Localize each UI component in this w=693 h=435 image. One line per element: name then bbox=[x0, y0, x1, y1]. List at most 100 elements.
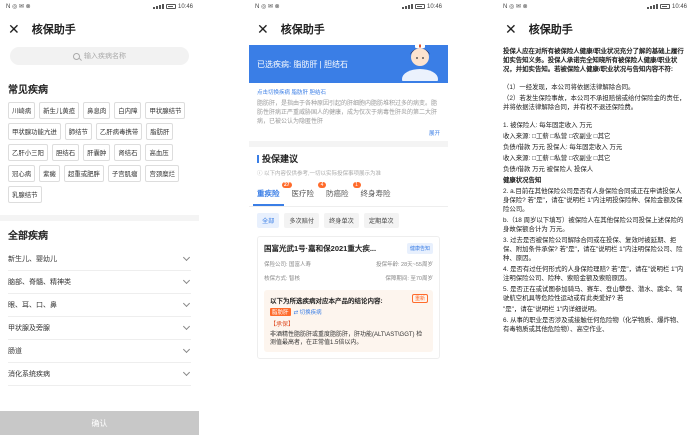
product-filters: 全部 多次赔付 终身单次 定期单次 bbox=[249, 207, 448, 234]
disease-tag[interactable]: 乙肝小三阳 bbox=[8, 144, 48, 161]
filter-chip[interactable]: 定期单次 bbox=[363, 213, 399, 228]
product-type-tabs: 重疾险 27 医疗险 4 防癌险 1 终身寿险 bbox=[249, 182, 448, 207]
notice-paragraph: b.（18 周岁以下填写）被保险人在其他保险公司投保上述保险的身故保额合计为 万… bbox=[503, 217, 684, 233]
switch-disease-text: 切换疾病 bbox=[299, 310, 322, 316]
common-diseases-title: 常见疾病 bbox=[8, 85, 48, 96]
disease-tag[interactable]: 肝囊肿 bbox=[83, 144, 111, 161]
advice-note: ⓘ 以下内容仅供参考,一切以实际投保事项展示为准 bbox=[257, 171, 382, 177]
battery-icon bbox=[414, 4, 425, 9]
tab-product-type[interactable]: 防癌险 1 bbox=[322, 182, 361, 206]
status-icons: N ◎ ✉ ⊗ bbox=[6, 4, 31, 10]
tab-product-type[interactable]: 终身寿险 bbox=[357, 182, 395, 206]
chevron-down-icon bbox=[182, 276, 191, 285]
conclusion-box: 重新 以下为所选疾病对应本产品的结论内容: 脂肪肝 ⇄ 切换疾病 【承保】 非酒… bbox=[264, 290, 433, 352]
filter-chip[interactable]: 终身单次 bbox=[324, 213, 359, 228]
notice-paragraph: 1. 被保险人: 每年固定收入 万元 bbox=[503, 122, 593, 129]
all-diseases-title: 全部疾病 bbox=[8, 231, 48, 242]
search-input[interactable]: 输入疾病名称 bbox=[10, 47, 189, 65]
page-title: 核保助手 bbox=[280, 24, 325, 36]
disease-tag[interactable]: 紫癜 bbox=[39, 165, 60, 182]
disease-tag[interactable]: 子宫肌瘤 bbox=[107, 165, 142, 182]
switch-disease-row[interactable]: 点击切换疾病 脂肪肝 胆结石 bbox=[249, 83, 448, 98]
status-time: 10:46 bbox=[177, 3, 193, 10]
notice-paragraph: 负债/借款 万元 被保险人 投保人 bbox=[503, 166, 594, 173]
close-icon[interactable]: ✕ bbox=[8, 22, 20, 36]
disease-tag[interactable]: 甲状腺结节 bbox=[145, 102, 186, 119]
notice-paragraph: 5. 是否正在或试图参加骑马、赛车、登山攀登、潜水、跳伞、驾驶航空机具等危险性运… bbox=[503, 286, 683, 302]
disease-category-label: 脑部、脊髓、精神类 bbox=[8, 279, 71, 286]
nav-bar: ✕ 核保助手 bbox=[497, 13, 693, 45]
advice-note-text: 以下内容仅供参考,一切以实际投保事项展示为准 bbox=[264, 171, 382, 177]
notice-paragraph: 收入来源: □工薪 □私营 □农副业 □其它 bbox=[503, 133, 611, 140]
notice-paragraph: 6. 从事的职业是否涉及或接触任何危险物（化学物质、爆炸物、有毒物质或其他危险物… bbox=[503, 317, 683, 333]
disease-category-row[interactable]: 消化系统疾病 bbox=[8, 363, 191, 386]
chevron-down-icon bbox=[182, 322, 191, 331]
selected-diseases: 已选疾病: 脂肪肝 | 胆结石 bbox=[257, 59, 348, 69]
close-icon[interactable]: ✕ bbox=[257, 22, 269, 36]
disease-tag[interactable]: 甲状腺功能亢进 bbox=[8, 123, 61, 140]
disease-category-row[interactable]: 甲状腺及旁腺 bbox=[8, 317, 191, 340]
disease-tag[interactable]: 乳腺结节 bbox=[8, 186, 42, 203]
notice-paragraph: 收入来源: □工薪 □私营 □农副业 □其它 bbox=[503, 155, 611, 162]
filter-chip[interactable]: 全部 bbox=[257, 213, 280, 228]
nav-bar: ✕ 核保助手 bbox=[0, 13, 199, 45]
disease-tag[interactable]: 肾结石 bbox=[114, 144, 142, 161]
conclusion-text: 非酒精性脂肪肝或重度脂肪肝，肝功能(ALT\AST\GGT) 检测值最高者，在正… bbox=[270, 332, 423, 346]
tab-label: 医疗险 bbox=[291, 189, 315, 198]
disease-category-row[interactable]: 眼、耳、口、鼻 bbox=[8, 294, 191, 317]
disease-tag[interactable]: 乙肝病毒携带 bbox=[95, 123, 143, 140]
health-notice-document: 投保人应在对所有被保险人健康/职业状况充分了解的基础上履行如实告知义务。投保人承… bbox=[497, 45, 693, 338]
battery-icon bbox=[659, 4, 670, 9]
page-title: 核保助手 bbox=[31, 24, 76, 36]
page-title: 核保助手 bbox=[528, 24, 573, 36]
status-time: 10:46 bbox=[426, 3, 442, 10]
disease-category-row[interactable]: 新生儿、婴幼儿 bbox=[8, 248, 191, 271]
underwriting-method: 核保方式: 智核 bbox=[264, 276, 301, 282]
disease-tag[interactable]: 新生儿黄疸 bbox=[39, 102, 80, 119]
disease-tag[interactable]: 宫颈糜烂 bbox=[145, 165, 180, 182]
tab-product-type[interactable]: 医疗险 4 bbox=[288, 182, 326, 206]
status-bar: N ◎ ✉ ⊗ 10:46 bbox=[0, 0, 199, 13]
notice-paragraph bbox=[503, 76, 687, 81]
signal-icon bbox=[401, 4, 413, 9]
disease-category-row[interactable]: 脑部、脊髓、精神类 bbox=[8, 271, 191, 294]
phone-advice: N ◎ ✉ ⊗ 10:46 ✕ 核保助手 已选疾病: 脂肪肝 | 胆结石 点击切… bbox=[249, 0, 448, 435]
confirm-button[interactable]: 确认 bbox=[0, 411, 199, 435]
disease-tag[interactable]: 胆结石 bbox=[51, 144, 80, 161]
notice-paragraph: （2）若发生保险事故，本公司不承担赔偿或给付保险金的责任，并将依据法律解除合同，… bbox=[503, 95, 686, 111]
disease-tag[interactable]: 冠心病 bbox=[8, 165, 36, 182]
disease-tag[interactable]: 肺结节 bbox=[64, 123, 92, 140]
common-diseases-tags: 川崎病 新生儿黄疸 鼻息肉 白内障 甲状腺结节甲状腺功能亢进 肺结节 乙肝病毒携带 脂肪肝乙肝… bbox=[0, 102, 199, 203]
status-time: 10:46 bbox=[671, 3, 687, 10]
product-card[interactable]: 国富光武1号·嘉和保2021重大疾... 健康告知 保险公司: 国富人寿 投保年… bbox=[257, 236, 440, 359]
disease-tag[interactable]: 鼻息肉 bbox=[83, 102, 111, 119]
tab-label: 终身寿险 bbox=[360, 189, 391, 198]
selected-disease-banner: 已选疾病: 脂肪肝 | 胆结石 bbox=[249, 44, 448, 83]
disease-category-label: 甲状腺及旁腺 bbox=[8, 325, 50, 332]
disease-tag[interactable]: 白内障 bbox=[114, 102, 142, 119]
status-bar: N ◎ ✉ ⊗ 10:46 bbox=[249, 0, 448, 13]
conclusion-badge: 重新 bbox=[411, 294, 428, 303]
disease-tag[interactable]: 高血压 bbox=[145, 144, 173, 161]
status-right: 10:46 bbox=[401, 3, 442, 10]
notice-paragraph: 4. 是否有过任何形式的人身保险理赔? 若"是"，请在"说明栏 1"内注明保险公… bbox=[503, 266, 684, 282]
notice-paragraph: 健康状况告知 bbox=[503, 177, 542, 184]
disease-tag[interactable]: 超重或肥胖 bbox=[63, 165, 104, 182]
disease-category-row[interactable]: 肠道 bbox=[8, 340, 191, 363]
switch-disease-label: 点击切换疾病 脂肪肝 胆结石 bbox=[257, 90, 327, 96]
notice-paragraph bbox=[503, 114, 687, 119]
disease-category-label: 消化系统疾病 bbox=[8, 371, 50, 378]
conclusion-disease: 脂肪肝 bbox=[270, 308, 291, 316]
status-right: 10:46 bbox=[646, 3, 687, 10]
disease-tag[interactable]: 脂肪肝 bbox=[146, 123, 174, 140]
disease-tag[interactable]: 川崎病 bbox=[8, 102, 36, 119]
tab-product-type[interactable]: 重疾险 27 bbox=[253, 182, 292, 206]
close-icon[interactable]: ✕ bbox=[505, 22, 517, 36]
filter-chip[interactable]: 多次赔付 bbox=[284, 213, 320, 228]
switch-disease-button[interactable]: ⇄ 切换疾病 bbox=[294, 308, 322, 316]
phone-disease-select: N ◎ ✉ ⊗ 10:46 ✕ 核保助手 输入疾病名称 常见疾病 川崎病 新生儿黄… bbox=[0, 0, 199, 435]
notice-paragraph: 3. 过去是否被保险公司解除合同或在投保、复效时被延期、拒保、附加条件承保? 若… bbox=[503, 237, 683, 262]
expand-button[interactable]: 展开 bbox=[249, 129, 448, 141]
health-notice-button[interactable]: 健康告知 bbox=[406, 243, 433, 254]
disease-description: 脂肪肝，是指由于各种原因引起的肝细胞内脂肪堆积过多的病变。脂肪性肝病正严重威胁国… bbox=[257, 101, 438, 125]
